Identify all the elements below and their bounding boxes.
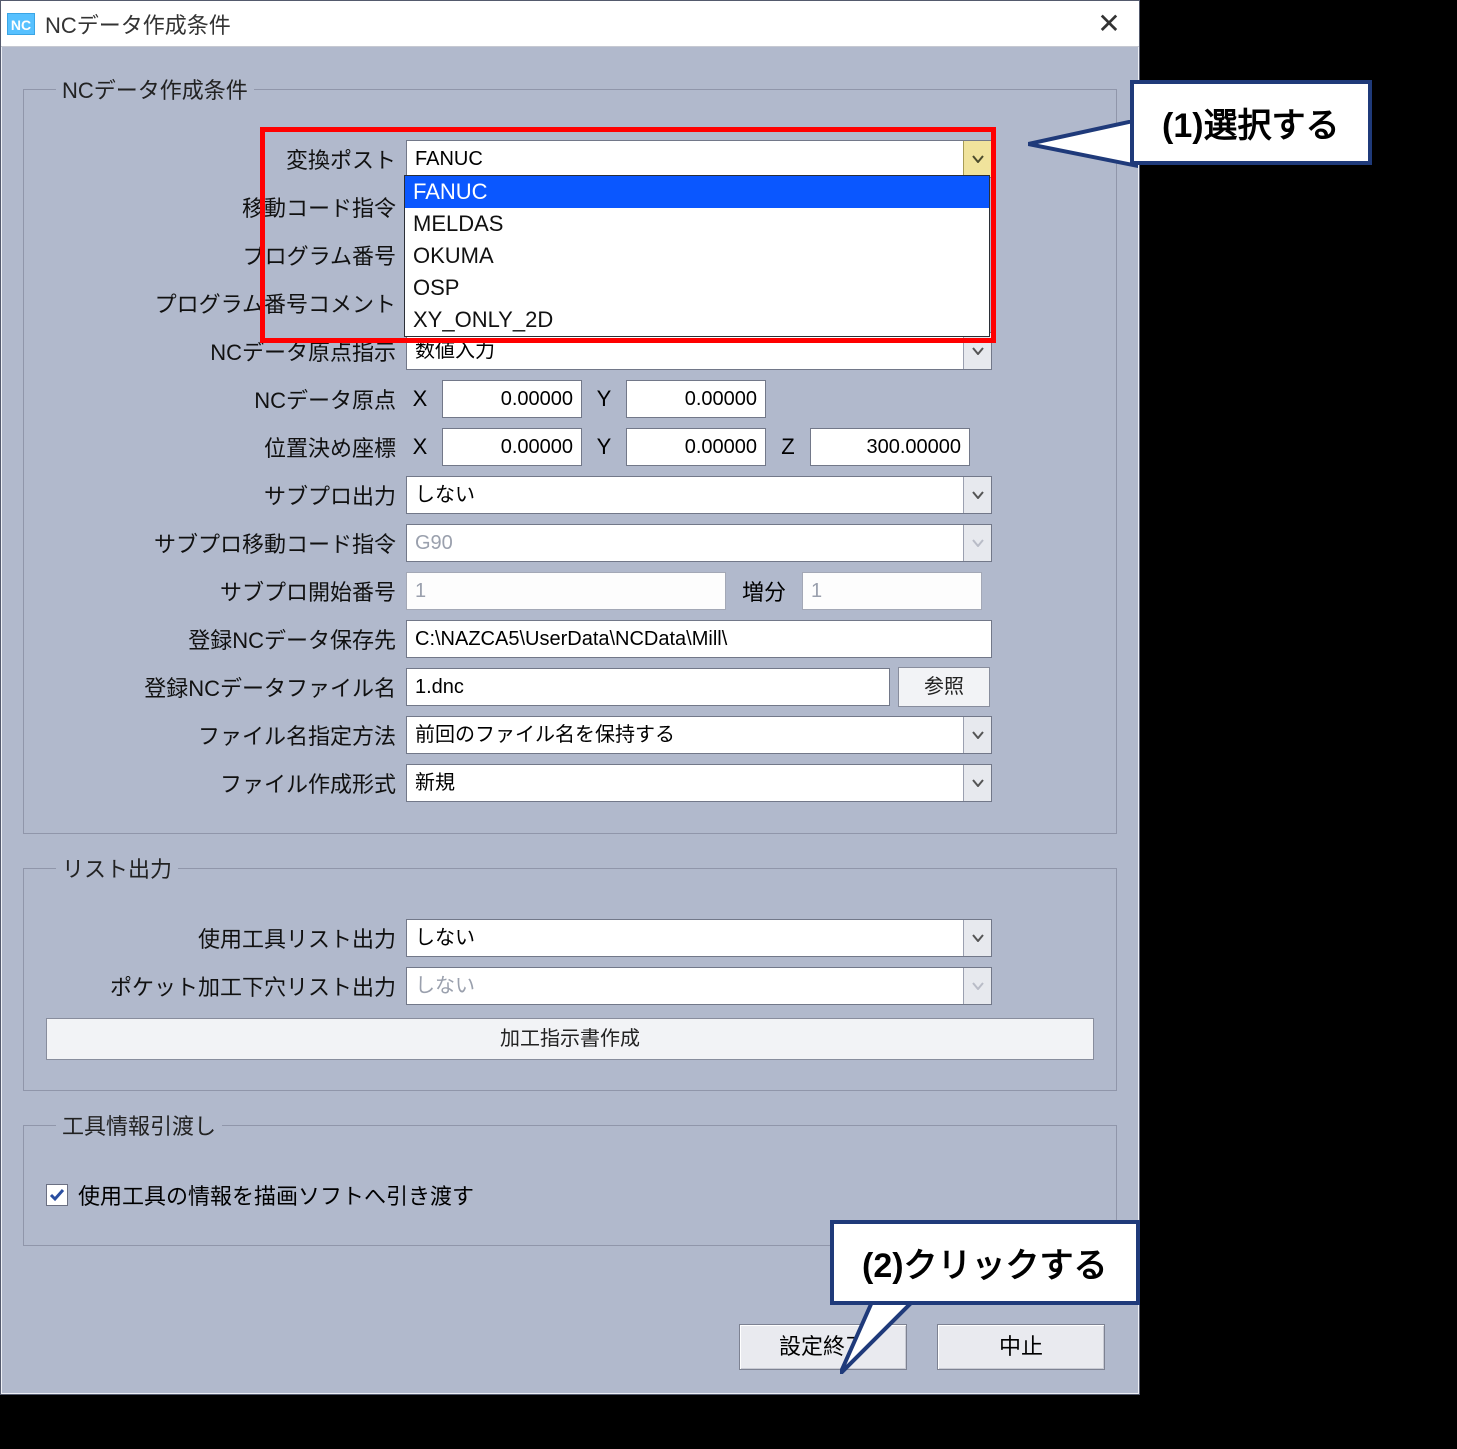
pos-x-input[interactable]: 0.00000 bbox=[442, 428, 582, 466]
chevron-down-icon bbox=[963, 765, 991, 801]
post-option-meldas[interactable]: MELDAS bbox=[405, 208, 989, 240]
post-option-okuma[interactable]: OKUMA bbox=[405, 240, 989, 272]
pocket-list-select: しない bbox=[406, 967, 992, 1005]
annotation-2: (2)クリックする bbox=[830, 1220, 1140, 1305]
chevron-down-icon bbox=[963, 477, 991, 513]
subpro-start-input: 1 bbox=[406, 572, 726, 610]
origin-y-label: Y bbox=[590, 386, 618, 412]
pos-x-label: X bbox=[406, 434, 434, 460]
dialog-window: NC NCデータ作成条件 ✕ NCデータ作成条件 変換ポスト FANUC bbox=[0, 0, 1140, 1395]
label-post: 変換ポスト bbox=[46, 143, 406, 175]
titlebar: NC NCデータ作成条件 ✕ bbox=[1, 1, 1139, 47]
chevron-down-icon bbox=[963, 717, 991, 753]
annotation-1-text: (1)選択する bbox=[1162, 107, 1340, 145]
post-select[interactable]: FANUC bbox=[406, 140, 992, 178]
post-option-osp[interactable]: OSP bbox=[405, 272, 989, 304]
label-subpro-start: サブプロ開始番号 bbox=[46, 575, 406, 607]
chevron-down-icon bbox=[963, 525, 991, 561]
fname-method-value: 前回のファイル名を保持する bbox=[415, 724, 675, 746]
cancel-button[interactable]: 中止 bbox=[937, 1324, 1105, 1370]
chevron-down-icon bbox=[963, 968, 991, 1004]
group-nc-conditions: NCデータ作成条件 変換ポスト FANUC FA bbox=[23, 73, 1117, 834]
label-move-code: 移動コード指令 bbox=[46, 191, 406, 223]
label-subpro-out: サブプロ出力 bbox=[46, 479, 406, 511]
label-fname-method: ファイル名指定方法 bbox=[46, 719, 406, 751]
origin-x-label: X bbox=[406, 386, 434, 412]
origin-x-input[interactable]: 0.00000 bbox=[442, 380, 582, 418]
file-mode-select[interactable]: 新規 bbox=[406, 764, 992, 802]
pos-y-input[interactable]: 0.00000 bbox=[626, 428, 766, 466]
fname-method-select[interactable]: 前回のファイル名を保持する bbox=[406, 716, 992, 754]
pos-y-label: Y bbox=[590, 434, 618, 460]
group-list-output: リスト出力 使用工具リスト出力 しない ポケット加工下穴リスト出力 bbox=[23, 852, 1117, 1091]
label-file-mode: ファイル作成形式 bbox=[46, 767, 406, 799]
subpro-move-code-select: G90 bbox=[406, 524, 992, 562]
label-save-dir: 登録NCデータ保存先 bbox=[46, 623, 406, 655]
post-option-xyonly2d[interactable]: XY_ONLY_2D bbox=[405, 304, 989, 336]
pocket-list-value: しない bbox=[415, 975, 475, 997]
subpro-move-code-value: G90 bbox=[415, 532, 453, 554]
label-save-file: 登録NCデータファイル名 bbox=[46, 671, 406, 703]
origin-y-input[interactable]: 0.00000 bbox=[626, 380, 766, 418]
label-prog-no: プログラム番号 bbox=[46, 239, 406, 271]
label-prog-comment: プログラム番号コメント bbox=[46, 287, 406, 319]
group-nc-conditions-legend: NCデータ作成条件 bbox=[56, 73, 254, 105]
post-select-value: FANUC bbox=[415, 148, 483, 170]
browse-button[interactable]: 参照 bbox=[898, 667, 990, 707]
subpro-out-value: しない bbox=[415, 484, 475, 506]
tool-handover-label: 使用工具の情報を描画ソフトへ引き渡す bbox=[78, 1179, 474, 1211]
file-mode-value: 新規 bbox=[415, 772, 455, 794]
origin-mode-value: 数値入力 bbox=[415, 340, 495, 362]
pos-z-label: Z bbox=[774, 434, 802, 460]
pos-z-input[interactable]: 300.00000 bbox=[810, 428, 970, 466]
make-instruction-sheet-button[interactable]: 加工指示書作成 bbox=[46, 1018, 1094, 1060]
window-title: NCデータ作成条件 bbox=[45, 8, 231, 40]
save-file-input[interactable]: 1.dnc bbox=[406, 668, 890, 706]
label-pos: 位置決め座標 bbox=[46, 431, 406, 463]
label-origin: NCデータ原点 bbox=[46, 383, 406, 415]
origin-mode-select[interactable]: 数値入力 bbox=[406, 332, 992, 370]
label-tool-list: 使用工具リスト出力 bbox=[46, 922, 406, 954]
post-dropdown-list[interactable]: FANUC MELDAS OKUMA OSP XY_ONLY_2D bbox=[404, 175, 990, 337]
label-subpro-move-code: サブプロ移動コード指令 bbox=[46, 527, 406, 559]
label-pocket-list: ポケット加工下穴リスト出力 bbox=[46, 970, 406, 1002]
annotation-1: (1)選択する bbox=[1130, 80, 1372, 165]
tool-handover-checkbox[interactable] bbox=[46, 1184, 68, 1206]
chevron-down-icon bbox=[963, 141, 991, 177]
app-icon: NC bbox=[7, 13, 35, 35]
tool-list-value: しない bbox=[415, 927, 475, 949]
group-list-output-legend: リスト出力 bbox=[56, 852, 178, 884]
subpro-out-select[interactable]: しない bbox=[406, 476, 992, 514]
save-dir-input[interactable]: C:\NAZCA5\UserData\NCData\Mill\ bbox=[406, 620, 992, 658]
chevron-down-icon bbox=[963, 920, 991, 956]
post-option-fanuc[interactable]: FANUC bbox=[405, 176, 989, 208]
label-subpro-inc: 増分 bbox=[734, 575, 794, 607]
subpro-inc-input: 1 bbox=[802, 572, 982, 610]
group-tool-handover-legend: 工具情報引渡し bbox=[56, 1109, 222, 1141]
tool-list-select[interactable]: しない bbox=[406, 919, 992, 957]
annotation-2-text: (2)クリックする bbox=[862, 1247, 1108, 1285]
annotation-1-tail bbox=[1028, 120, 1138, 200]
chevron-down-icon bbox=[963, 333, 991, 369]
label-origin-mode: NCデータ原点指示 bbox=[46, 335, 406, 367]
close-button[interactable]: ✕ bbox=[1079, 1, 1139, 47]
